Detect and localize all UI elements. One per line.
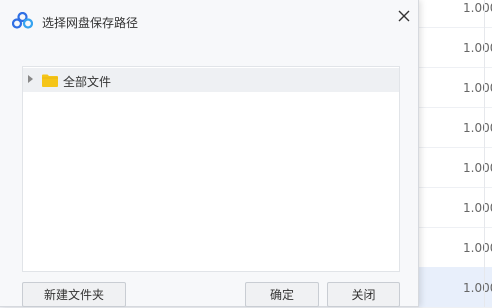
row-value: 1.000 (463, 1, 492, 15)
baidu-netdisk-logo-icon (12, 12, 33, 29)
tree-item-label: 全部文件 (63, 75, 112, 89)
row-value: 1.000 (463, 281, 492, 295)
new-folder-button[interactable]: 新建文件夹 (22, 282, 126, 307)
dialog-titlebar[interactable]: 选择网盘保存路径 (0, 0, 418, 40)
folder-tree[interactable]: 全部文件 (22, 66, 400, 272)
close-x-icon (398, 10, 410, 22)
row-value: 1.000 (463, 201, 492, 215)
confirm-button[interactable]: 确定 (245, 282, 319, 307)
close-button[interactable]: 关闭 (327, 282, 400, 307)
dialog-title: 选择网盘保存路径 (42, 16, 139, 30)
folder-icon (42, 74, 58, 87)
tree-item-all-files[interactable]: 全部文件 (23, 68, 399, 92)
column-divider (484, 0, 485, 307)
row-value: 1.000 (463, 121, 492, 135)
row-value: 1.000 (463, 41, 492, 55)
caret-right-icon[interactable] (28, 75, 33, 83)
close-icon[interactable] (394, 6, 414, 26)
save-path-dialog: 选择网盘保存路径 全部文件 新建文件夹 确定 关闭 (0, 0, 419, 307)
row-value: 1.000 (463, 81, 492, 95)
row-value: 1.000 (463, 161, 492, 175)
row-value: 1.000 (463, 241, 492, 255)
